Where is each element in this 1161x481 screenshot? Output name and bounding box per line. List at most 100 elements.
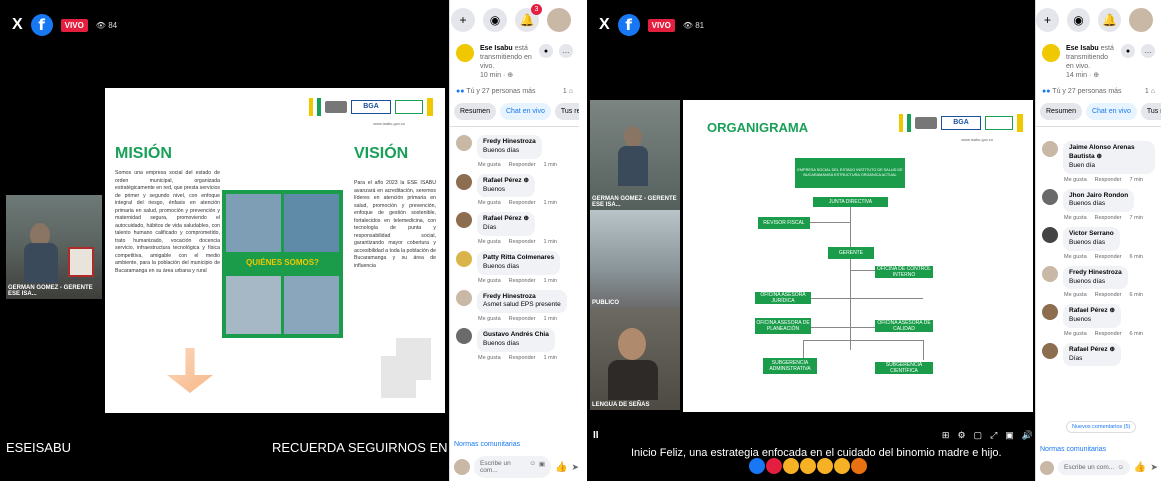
screen-icon[interactable]: ▢ <box>974 430 983 441</box>
reply-link[interactable]: Responder <box>509 239 536 245</box>
pip-icon[interactable]: ▣ <box>1005 430 1014 441</box>
like-link[interactable]: Me gusta <box>478 278 501 284</box>
commenter-name[interactable]: Victor Serrano <box>1069 230 1114 239</box>
profile-avatar[interactable] <box>547 8 571 32</box>
host-avatar[interactable] <box>456 44 474 62</box>
fullscreen-icon[interactable]: ⤢ <box>990 430 997 441</box>
more-options-icon[interactable]: … <box>1141 44 1155 58</box>
facebook-logo-icon[interactable]: f <box>617 14 640 36</box>
tab-resumen[interactable]: Resumen <box>454 103 496 121</box>
like-link[interactable]: Me gusta <box>478 355 501 361</box>
reply-link[interactable]: Responder <box>1095 254 1122 260</box>
like-link[interactable]: Me gusta <box>478 162 501 168</box>
commenter-avatar[interactable] <box>1042 265 1058 282</box>
send-icon[interactable]: ➤ <box>1150 462 1158 473</box>
commenter-name[interactable]: Jaime Alonso Arenas Bautista ⊕ <box>1069 144 1149 162</box>
commenter-name[interactable]: Fredy Hinestroza <box>1069 269 1122 278</box>
messenger-icon[interactable]: ◉ <box>483 8 507 32</box>
like-link[interactable]: Me gusta <box>1064 292 1087 298</box>
commenter-avatar[interactable] <box>456 135 472 152</box>
reply-link[interactable]: Responder <box>1095 215 1122 221</box>
commenter-avatar[interactable] <box>456 173 472 190</box>
commenter-name[interactable]: Rafael Pérez ⊕ <box>483 177 529 186</box>
notifications-icon[interactable]: 🔔 <box>1098 8 1121 32</box>
commenter-name[interactable]: Rafael Pérez ⊕ <box>483 215 529 224</box>
tab-resumen[interactable]: Resumen <box>1040 103 1082 121</box>
tab-chat-en-vivo[interactable]: Chat en vivo <box>1085 103 1137 121</box>
commenter-name[interactable]: Jhon Jairo Rondon <box>1069 192 1128 201</box>
tab-tus-respuestas[interactable]: Tus respuest <box>1140 103 1161 121</box>
org-connector <box>803 340 804 360</box>
reply-link[interactable]: Responder <box>1095 292 1122 298</box>
reply-link[interactable]: Responder <box>1095 331 1122 337</box>
reply-link[interactable]: Responder <box>1095 177 1122 183</box>
like-icon[interactable]: 👍 <box>1134 462 1146 473</box>
comment-input[interactable]: Escribe un com... ☺ <box>1058 460 1130 475</box>
reply-link[interactable]: Responder <box>509 278 536 284</box>
presenter-thumbnail[interactable]: GERMAN GOMEZ - GERENTE ESE ISA... <box>6 195 102 299</box>
bell-icon[interactable]: ● <box>539 44 553 58</box>
like-link[interactable]: Me gusta <box>1064 215 1087 221</box>
commenter-avatar[interactable] <box>456 212 472 229</box>
settings-icon[interactable]: ⚙ <box>957 430 965 441</box>
profile-avatar[interactable] <box>1129 8 1153 32</box>
new-comments-pill[interactable]: Nuevos comentarios (5) <box>1066 421 1137 433</box>
community-standards-link[interactable]: Normas comunitarias <box>1040 446 1106 453</box>
send-icon[interactable]: ➤ <box>571 462 579 473</box>
commenter-avatar[interactable] <box>456 328 472 345</box>
commenter-avatar[interactable] <box>1042 342 1058 359</box>
like-link[interactable]: Me gusta <box>478 316 501 322</box>
comment-meta: Me gusta Responder 7 min <box>1036 176 1161 185</box>
like-link[interactable]: Me gusta <box>478 239 501 245</box>
like-link[interactable]: Me gusta <box>1064 177 1087 183</box>
close-icon[interactable]: X <box>599 16 610 34</box>
commenter-name[interactable]: Rafael Pérez ⊕ <box>1069 346 1115 355</box>
comment-input[interactable]: Escribe un com... ☺ ▣ <box>474 456 551 478</box>
close-icon[interactable]: X <box>12 16 23 34</box>
host-avatar[interactable] <box>1042 44 1060 62</box>
commenter-avatar[interactable] <box>1042 227 1058 244</box>
more-options-icon[interactable]: … <box>559 44 573 58</box>
volume-icon[interactable]: 🔊 <box>1022 430 1033 441</box>
presenter-thumbnail[interactable]: GERMAN GOMEZ - GERENTE ESE ISA... <box>590 100 680 210</box>
reply-link[interactable]: Responder <box>509 355 536 361</box>
host-name[interactable]: Ese Isabu <box>1066 45 1099 52</box>
commenter-avatar[interactable] <box>1042 304 1058 321</box>
reactions-summary[interactable]: ●● Tú y 27 personas más <box>456 88 536 95</box>
sign-language-thumbnail[interactable]: LENGUA DE SEÑAS <box>590 308 680 410</box>
commenter-name[interactable]: Fredy Hinestroza <box>483 293 561 302</box>
reply-link[interactable]: Responder <box>509 200 536 206</box>
emoji-icon[interactable]: ☺ <box>1117 464 1124 471</box>
reply-link[interactable]: Responder <box>509 162 536 168</box>
tab-chat-en-vivo[interactable]: Chat en vivo <box>499 103 551 121</box>
commenter-name[interactable]: Fredy Hinestroza <box>483 138 536 147</box>
facebook-logo-icon[interactable]: f <box>30 14 53 36</box>
commenter-avatar[interactable] <box>1042 141 1058 158</box>
commenter-avatar[interactable] <box>1042 188 1058 205</box>
commenter-avatar[interactable] <box>456 250 472 267</box>
like-link[interactable]: Me gusta <box>478 200 501 206</box>
like-icon[interactable]: 👍 <box>555 462 567 473</box>
commenter-name[interactable]: Rafael Pérez ⊕ <box>1069 307 1115 316</box>
community-standards-link[interactable]: Normas comunitarias <box>454 441 520 448</box>
plus-icon[interactable]: + <box>1036 8 1059 32</box>
emoji-icon[interactable]: ☺ <box>529 460 536 474</box>
audience-thumbnail[interactable]: PUBLICO <box>590 210 680 308</box>
like-link[interactable]: Me gusta <box>1064 254 1087 260</box>
captions-icon[interactable]: ⊞ <box>942 430 950 441</box>
commenter-avatar[interactable] <box>456 289 472 306</box>
commenter-name[interactable]: Gustavo Andrés Chia <box>483 331 549 340</box>
pause-icon[interactable]: II <box>593 430 599 441</box>
gif-icon[interactable]: ▣ <box>539 460 545 474</box>
reply-link[interactable]: Responder <box>509 316 536 322</box>
like-link[interactable]: Me gusta <box>1064 331 1087 337</box>
host-name[interactable]: Ese Isabu <box>480 45 513 52</box>
comment-time: 1 min <box>543 161 557 168</box>
reactions-summary[interactable]: ●● Tú y 27 personas más <box>1042 88 1122 95</box>
notifications-icon[interactable]: 🔔 3 <box>515 4 542 32</box>
bell-icon[interactable]: ● <box>1121 44 1135 58</box>
tab-tus-respuestas[interactable]: Tus respuest <box>554 103 579 121</box>
messenger-icon[interactable]: ◉ <box>1067 8 1090 32</box>
plus-icon[interactable]: + <box>451 8 475 32</box>
commenter-name[interactable]: Patty Ritta Colmenares <box>483 254 554 263</box>
